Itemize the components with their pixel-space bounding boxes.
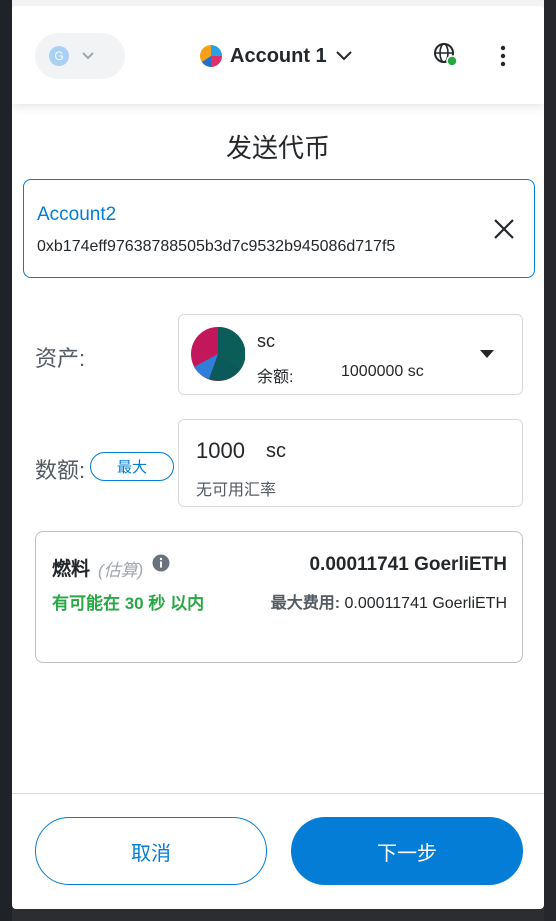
info-icon[interactable]	[152, 554, 170, 572]
account-selector[interactable]: Account 1	[200, 42, 353, 70]
next-button[interactable]: 下一步	[291, 817, 523, 885]
gas-fee-panel[interactable]: 燃料 (估算) 0.00011741 GoerliETH 有可能在 30 秒 以…	[35, 531, 523, 663]
account-name: Account 1	[230, 44, 327, 67]
asset-balance-value: 1000000 sc	[341, 363, 424, 380]
amount-unit: sc	[266, 440, 286, 462]
gas-amount: 0.00011741 GoerliETH	[309, 554, 507, 575]
asset-symbol: sc	[257, 331, 275, 351]
conversion-rate-text: 无可用汇率	[196, 482, 277, 499]
token-icon	[191, 327, 245, 381]
chevron-down-icon	[82, 52, 94, 60]
gas-title: 燃料	[52, 559, 91, 580]
max-button[interactable]: 最大	[90, 452, 174, 481]
close-icon[interactable]	[492, 217, 516, 241]
header: G Account 1	[12, 6, 544, 104]
background-editor-right	[544, 0, 556, 921]
gas-max-fee-value: 0.00011741 GoerliETH	[344, 595, 507, 612]
amount-value: 1000	[196, 438, 245, 463]
chevron-down-icon	[335, 51, 352, 61]
amount-input[interactable]: 1000 sc 无可用汇率	[178, 419, 523, 507]
recipient-address: 0xb174eff97638788505b3d7c9532b945086d717…	[37, 238, 396, 255]
network-selector[interactable]: G	[35, 33, 125, 79]
asset-balance-label: 余额:	[257, 369, 294, 386]
background-editor-left	[0, 0, 12, 921]
network-avatar-letter: G	[54, 49, 64, 63]
recipient-name: Account2	[37, 204, 117, 225]
gas-max-fee-label: 最大费用:	[270, 595, 341, 612]
gas-time-estimate: 有可能在 30 秒 以内	[52, 594, 205, 613]
network-avatar: G	[49, 46, 69, 66]
more-options-icon[interactable]	[496, 44, 510, 68]
wallet-popup: G Account 1 发送代币 Account2 0xb174eff97638…	[12, 6, 544, 909]
asset-label: 资产:	[35, 346, 86, 371]
footer-divider	[12, 793, 544, 794]
caret-down-icon	[480, 350, 494, 358]
page-title: 发送代币	[225, 133, 330, 163]
gas-estimate-label: (估算)	[98, 561, 144, 580]
connected-sites-icon[interactable]	[433, 42, 459, 68]
cancel-button[interactable]: 取消	[35, 817, 267, 885]
account-avatar-icon	[200, 45, 222, 67]
asset-selector[interactable]: sc 余额: 1000000 sc	[178, 314, 523, 395]
amount-label: 数额:	[35, 458, 86, 483]
gas-max-fee: 最大费用: 0.00011741 GoerliETH	[271, 589, 507, 613]
recipient-field[interactable]: Account2 0xb174eff97638788505b3d7c9532b9…	[23, 179, 535, 278]
